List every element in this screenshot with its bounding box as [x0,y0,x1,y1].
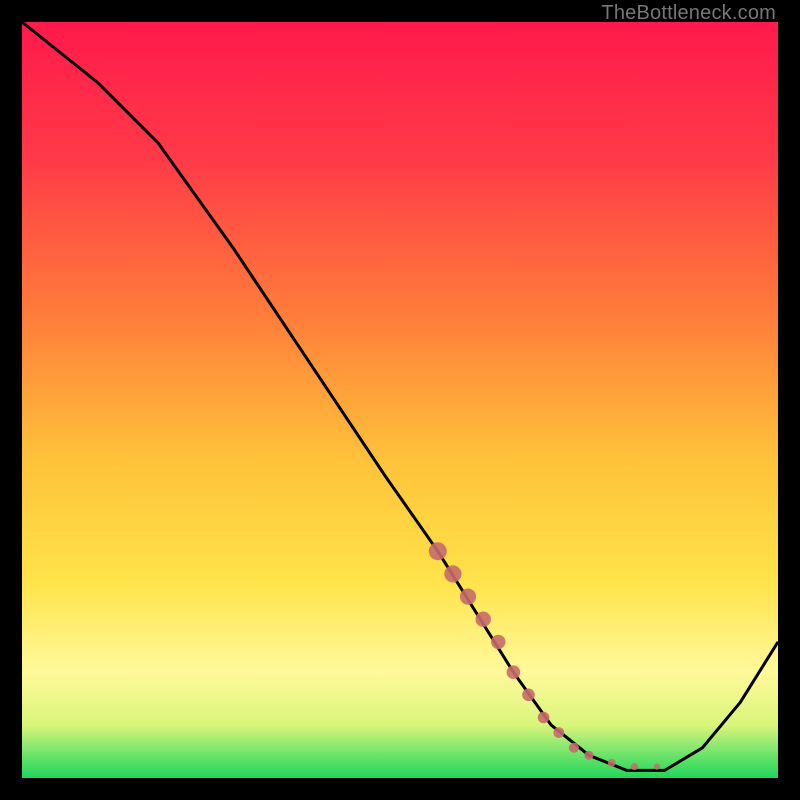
highlight-dot [553,727,564,738]
highlight-dot [608,759,616,767]
highlight-dot [476,612,491,627]
highlight-dot [460,589,476,605]
chart-svg [22,22,778,778]
gradient-background [22,22,778,778]
highlight-dot [538,712,550,724]
highlight-dot [522,689,535,702]
highlight-dot [631,763,638,770]
highlight-dot [444,565,461,582]
chart-frame [22,22,778,778]
highlight-dot [507,665,521,679]
highlight-dot [654,764,660,770]
highlight-dot [491,635,505,649]
highlight-dot [429,542,447,560]
highlight-dot [585,751,594,760]
highlight-dot [569,743,579,753]
watermark-text: TheBottleneck.com [601,2,776,25]
